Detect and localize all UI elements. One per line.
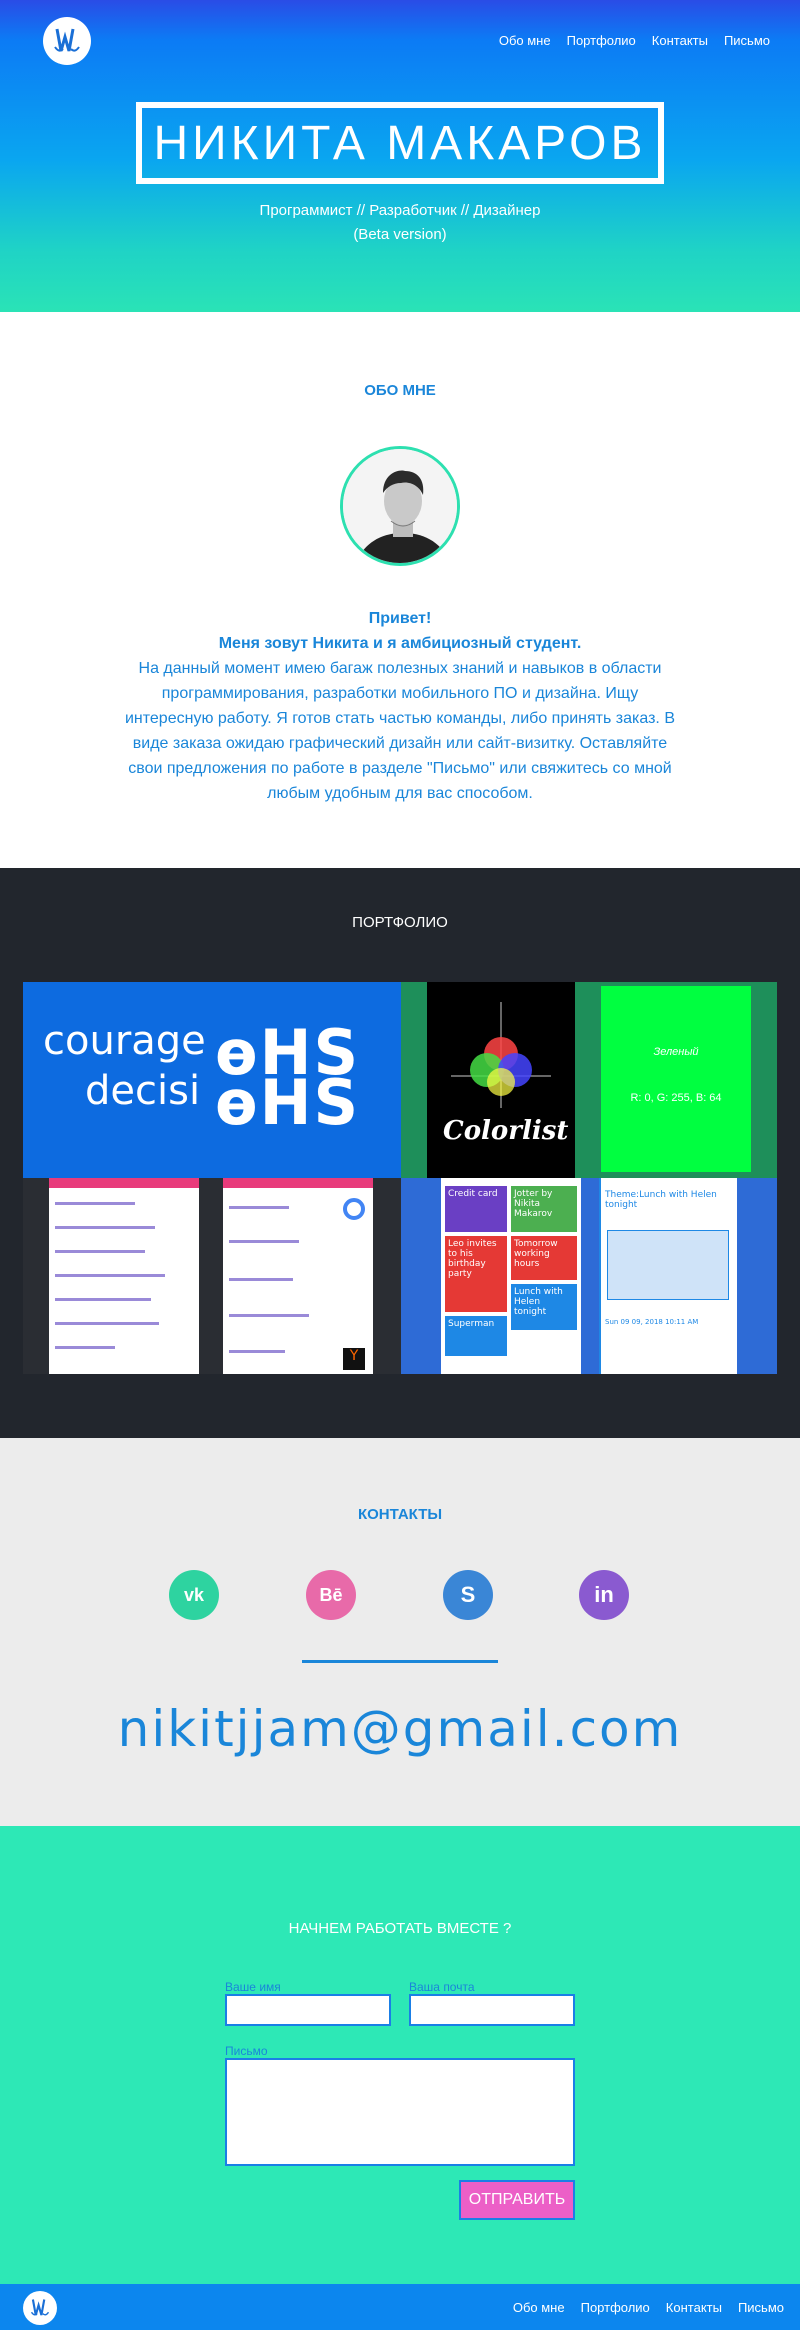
note-detail-title: Theme:Lunch with Helen tonight	[605, 1190, 717, 1210]
message-label: Письмо	[225, 2044, 268, 2058]
contact-form-section: НАЧНЕМ РАБОТАТЬ ВМЕСТЕ ? Ваше имя Ваша п…	[0, 1826, 800, 2284]
page-title: НИКИТА МАКАРОВ	[153, 116, 647, 170]
nav-about-link[interactable]: Обо мне	[499, 33, 551, 48]
footer: Обо мне Портфолио Контакты Письмо	[0, 2284, 800, 2330]
email-label: Ваша почта	[409, 1980, 475, 1994]
portfolio-item-jotter[interactable]: Credit card Jotter by Nikita Makarov Leo…	[401, 1178, 777, 1374]
note-card: Leo invites to his birthday party	[445, 1236, 507, 1312]
footer-navigation: Обо мне Портфолио Контакты Письмо	[513, 2300, 784, 2315]
about-text: Привет! Меня зовут Никита и я амбициозны…	[120, 606, 680, 806]
hero-header: Обо мне Портфолио Контакты Письмо НИКИТА…	[0, 0, 800, 312]
about-greeting: Привет!	[368, 610, 432, 627]
color-name: Зеленый	[653, 1046, 699, 1058]
note-card: Lunch with Helen tonight	[511, 1284, 577, 1330]
footer-nav-letter-link[interactable]: Письмо	[738, 2300, 784, 2315]
note-card: Jotter by Nikita Makarov	[511, 1186, 577, 1232]
phone-screen-right: Y	[223, 1178, 373, 1374]
tile-word-courage: courage	[43, 1018, 206, 1064]
divider	[302, 1660, 498, 1663]
vk-icon[interactable]: vk	[169, 1570, 219, 1620]
portfolio-item-colorlist[interactable]: Colorlist Зеленый R: 0, G: 255, B: 64	[401, 982, 777, 1178]
about-title: ОБО МНЕ	[364, 382, 436, 399]
portfolio-title: ПОРТФОЛИО	[352, 914, 448, 931]
tile-word-decision: decisi	[85, 1068, 201, 1114]
color-rgb: R: 0, G: 255, B: 64	[630, 1092, 722, 1104]
contacts-section: КОНТАКТЫ vk Bē S in nikitjjam@gmail.com	[0, 1438, 800, 1826]
note-detail-date: Sun 09 09, 2018 10:11 AM	[605, 1318, 699, 1326]
nav-portfolio-link[interactable]: Портфолио	[567, 33, 636, 48]
about-section: ОБО МНЕ Привет! Меня зовут Никита и я ам…	[0, 312, 800, 868]
roles-subtitle: Программист // Разработчик // Дизайнер	[259, 202, 541, 219]
avatar	[340, 446, 460, 566]
form-title: НАЧНЕМ РАБОТАТЬ ВМЕСТЕ ?	[288, 1920, 512, 1937]
skype-icon[interactable]: S	[443, 1570, 493, 1620]
nav-letter-link[interactable]: Письмо	[724, 33, 770, 48]
name-field[interactable]	[225, 1994, 391, 2026]
note-card: Tomorrow working hours	[511, 1236, 577, 1280]
tile-glyphs-bottom: ɵHS	[215, 1066, 361, 1139]
colorlist-screen: Colorlist	[427, 982, 575, 1178]
logo-icon[interactable]	[23, 2291, 57, 2325]
top-navigation: Обо мне Портфолио Контакты Письмо	[499, 33, 770, 48]
note-card: Superman	[445, 1316, 507, 1356]
color-card-green: Зеленый R: 0, G: 255, B: 64	[601, 986, 751, 1172]
contacts-title: КОНТАКТЫ	[357, 1506, 443, 1523]
message-textarea[interactable]	[225, 2058, 575, 2166]
google-icon	[343, 1198, 365, 1220]
notes-screen: Credit card Jotter by Nikita Makarov Leo…	[441, 1178, 581, 1374]
nav-contacts-link[interactable]: Контакты	[652, 33, 708, 48]
yandex-icon: Y	[343, 1348, 365, 1370]
name-title-box: НИКИТА МАКАРОВ	[136, 102, 664, 184]
footer-nav-portfolio-link[interactable]: Портфолио	[581, 2300, 650, 2315]
footer-nav-about-link[interactable]: Обо мне	[513, 2300, 565, 2315]
logo-icon[interactable]	[43, 17, 91, 65]
footer-nav-contacts-link[interactable]: Контакты	[666, 2300, 722, 2315]
email-field[interactable]	[409, 1994, 575, 2026]
about-body: На данный момент имею багаж полезных зна…	[124, 660, 675, 802]
email-link[interactable]: nikitjjam@gmail.com	[0, 1700, 800, 1758]
portfolio-section: ПОРТФОЛИО courage decisi ɵHS ɵHS Colorli…	[0, 868, 800, 1438]
note-card: Credit card	[445, 1186, 507, 1232]
version-subtitle: (Beta version)	[353, 226, 447, 243]
note-detail-body	[607, 1230, 729, 1300]
about-intro: Меня зовут Никита и я амбициозный студен…	[218, 635, 582, 652]
send-button[interactable]: ОТПРАВИТЬ	[459, 2180, 575, 2220]
behance-icon[interactable]: Bē	[306, 1570, 356, 1620]
colorlist-app-name: Colorlist	[443, 1116, 569, 1146]
phone-screen-left	[49, 1178, 199, 1374]
linkedin-icon[interactable]: in	[579, 1570, 629, 1620]
portfolio-item-repositories[interactable]: Y	[23, 1178, 401, 1374]
name-label: Ваше имя	[225, 1980, 281, 1994]
note-detail-screen: Theme:Lunch with Helen tonight Sun 09 09…	[599, 1178, 737, 1374]
color-wheel-icon	[451, 1002, 551, 1108]
portfolio-item-typography[interactable]: courage decisi ɵHS ɵHS	[23, 982, 401, 1178]
